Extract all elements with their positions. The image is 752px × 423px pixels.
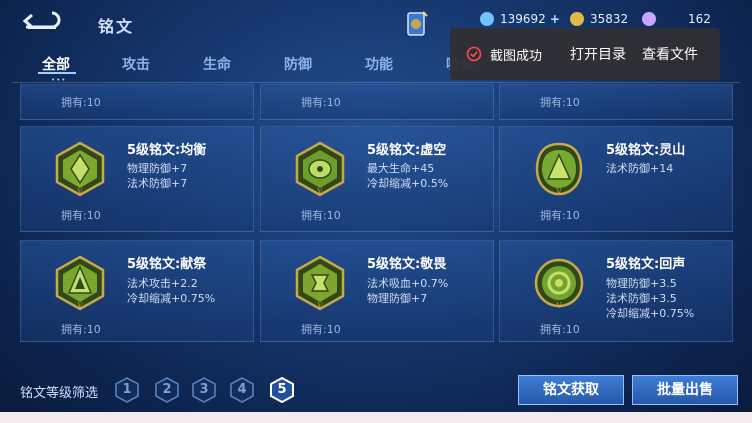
owned-count: 拥有:10 [301, 209, 341, 222]
gold-resource: 35832 [570, 12, 628, 26]
svg-text:V: V [555, 302, 562, 310]
rune-void-icon: V [295, 141, 345, 197]
acquire-runes-button[interactable]: 铭文获取 [518, 375, 624, 405]
tab-defense[interactable]: 防御 [284, 54, 312, 74]
owned-count: 拥有:10 [61, 323, 101, 336]
rune-attr: 物理防御+7 [127, 162, 188, 175]
rune-sacrifice-icon: V [55, 255, 105, 311]
level-filter-1[interactable]: 1 [115, 377, 139, 403]
rune-card-echo[interactable]: V 5级铭文:回声 物理防御+3.5 法术防御+3.5 冷却缩减+0.75% 拥… [499, 240, 733, 342]
owned-count: 拥有:10 [61, 96, 101, 109]
svg-text:V: V [316, 188, 323, 196]
bulk-sell-button[interactable]: 批量出售 [632, 375, 738, 405]
crystal-icon [642, 12, 656, 26]
gold-count: 35832 [590, 12, 629, 26]
rune-balance-icon: V [55, 141, 105, 197]
gold-coin-icon [570, 12, 584, 26]
rune-card-balance[interactable]: V 5级铭文:均衡 物理防御+7 法术防御+7 拥有:10 [20, 126, 254, 232]
svg-text:V: V [555, 188, 562, 196]
level-filter-5[interactable]: 5 [270, 376, 294, 404]
rune-card-partial[interactable]: 拥有:10 [260, 84, 494, 120]
rune-name: 5级铭文:均衡 [127, 143, 207, 158]
diamond-resource: 139692 + [480, 12, 560, 26]
level-filter-label-3: 3 [199, 382, 209, 397]
rune-name: 5级铭文:献祭 [127, 257, 207, 272]
back-icon[interactable] [22, 10, 62, 32]
diamond-count: 139692 [500, 12, 546, 26]
rune-card-void[interactable]: V 5级铭文:虚空 最大生命+45 冷却缩减+0.5% 拥有:10 [260, 126, 494, 232]
rune-attr: 法术防御+14 [606, 162, 674, 175]
rune-card-awe[interactable]: V 5级铭文:敬畏 法术吸血+0.7% 物理防御+7 拥有:10 [260, 240, 494, 342]
rune-spirit-mountain-icon: V [535, 142, 583, 196]
toast-message: 截图成功 [490, 49, 543, 64]
rune-awe-icon: V [295, 255, 345, 311]
rune-card-sacrifice[interactable]: V 5级铭文:献祭 法术攻击+2.2 冷却缩减+0.75% 拥有:10 [20, 240, 254, 342]
rune-name: 5级铭文:回声 [606, 257, 686, 272]
rune-attr: 冷却缩减+0.75% [127, 292, 216, 305]
crystal-count: 162 [688, 12, 711, 26]
svg-text:V: V [316, 302, 323, 310]
owned-count: 拥有:10 [540, 209, 580, 222]
rune-attr: 物理防御+7 [367, 292, 428, 305]
rune-card-partial[interactable]: 拥有:10 [20, 84, 254, 120]
crystal-resource: 162 [642, 12, 711, 26]
svg-text:V: V [76, 302, 83, 310]
rune-name: 5级铭文:敬畏 [367, 257, 447, 272]
rune-card-partial[interactable]: 拥有:10 [499, 84, 733, 120]
rune-attr: 法术防御+7 [127, 177, 188, 190]
page-title: 铭文 [98, 17, 135, 36]
tab-health[interactable]: 生命 [203, 54, 231, 74]
level-filter-2[interactable]: 2 [155, 377, 179, 403]
rune-name: 5级铭文:灵山 [606, 143, 686, 158]
screenshot-toast: 截图成功 打开目录 查看文件 [450, 28, 720, 80]
level-filter-4[interactable]: 4 [230, 377, 254, 403]
rune-echo-icon: V [534, 258, 584, 310]
level-filter-label-1: 1 [122, 382, 132, 397]
owned-count: 拥有:10 [61, 209, 101, 222]
level-filter-3[interactable]: 3 [192, 377, 216, 403]
owned-count: 拥有:10 [540, 323, 580, 336]
rune-attr: 冷却缩减+0.5% [367, 177, 449, 190]
rune-attr: 冷却缩减+0.75% [606, 307, 695, 320]
level-filter-label-5: 5 [277, 382, 287, 397]
rune-attr: 法术吸血+0.7% [367, 277, 449, 290]
bottom-strip [0, 412, 752, 423]
add-diamond-button[interactable]: + [550, 12, 560, 26]
owned-count: 拥有:10 [301, 96, 341, 109]
tab-all[interactable]: 全部 [42, 54, 70, 74]
tab-attack[interactable]: 攻击 [122, 54, 150, 74]
open-directory-link[interactable]: 打开目录 [570, 44, 626, 64]
check-circle-icon [466, 46, 482, 62]
diamond-icon [480, 12, 494, 26]
tab-function[interactable]: 功能 [365, 54, 393, 74]
svg-text:V: V [76, 188, 83, 196]
owned-count: 拥有:10 [540, 96, 580, 109]
level-filter-label: 铭文等级筛选 [20, 386, 99, 401]
rune-attr: 法术防御+3.5 [606, 292, 677, 305]
rune-name: 5级铭文:虚空 [367, 143, 447, 158]
rune-attr: 物理防御+3.5 [606, 277, 677, 290]
rune-card-spirit-mountain[interactable]: V 5级铭文:灵山 法术防御+14 拥有:10 [499, 126, 733, 232]
rune-book-icon[interactable] [406, 10, 428, 38]
tab-divider [12, 82, 740, 83]
owned-count: 拥有:10 [301, 323, 341, 336]
rune-attr: 最大生命+45 [367, 162, 435, 175]
view-file-link[interactable]: 查看文件 [642, 44, 698, 64]
level-filter-label-2: 2 [162, 382, 172, 397]
active-tab-indicator [38, 72, 76, 74]
rune-attr: 法术攻击+2.2 [127, 277, 198, 290]
level-filter-label-4: 4 [237, 382, 247, 397]
